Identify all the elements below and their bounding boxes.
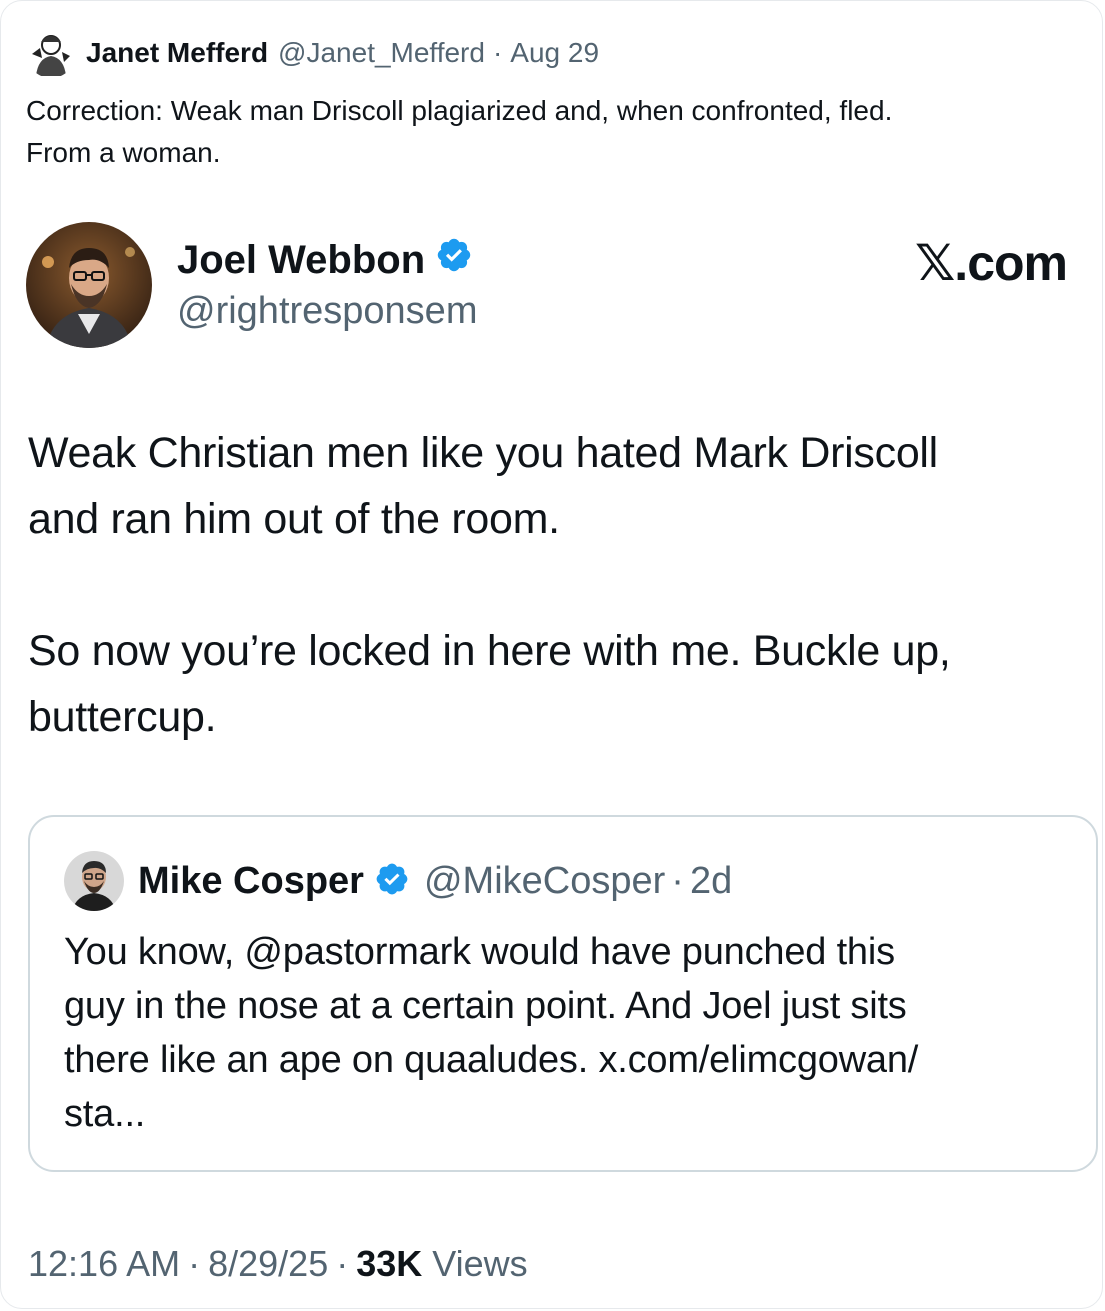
tweet-full-date[interactable]: 8/29/25 xyxy=(208,1243,328,1284)
quoted-tweet-header: Mike Cosper @MikeCosper · 2d xyxy=(64,851,732,911)
tweet-text: Correction: Weak man Driscoll plagiarize… xyxy=(26,95,893,168)
views-label: Views xyxy=(432,1243,528,1284)
mike-cosper-avatar xyxy=(64,851,124,911)
tweet-date[interactable]: Aug 29 xyxy=(510,37,599,69)
quoted-author-handle: @MikeCosper xyxy=(423,859,666,902)
quoted-tweet-text: You know, @pastormark would have punched… xyxy=(64,931,919,1135)
embedded-author-handle: @rightresponsem xyxy=(177,290,478,332)
quoted-tweet-time: 2d xyxy=(689,859,733,902)
footer-separator: · xyxy=(188,1243,201,1284)
views-count: 33K xyxy=(356,1243,423,1284)
verified-badge-icon xyxy=(435,236,473,284)
embedded-author-name-row: Joel Webbon xyxy=(177,236,473,284)
xcom-watermark: 𝕏.com xyxy=(915,235,1068,291)
tweet-time[interactable]: 12:16 AM xyxy=(28,1243,180,1284)
footer-separator: · xyxy=(336,1243,349,1284)
quoted-author-name: Mike Cosper xyxy=(138,859,364,902)
joel-webbon-avatar xyxy=(26,222,152,348)
tweet-header: Janet Mefferd @Janet_Mefferd · Aug 29 xyxy=(26,28,599,78)
embedded-tweet-text: Weak Christian men like you hated Mark D… xyxy=(28,429,951,741)
janet-mefferd-avatar[interactable] xyxy=(26,28,76,78)
author-name[interactable]: Janet Mefferd xyxy=(86,37,268,69)
quoted-separator: · xyxy=(671,859,684,902)
verified-badge-icon xyxy=(374,861,410,902)
embedded-author-name: Joel Webbon xyxy=(177,237,426,282)
author-handle[interactable]: @Janet_Mefferd xyxy=(278,37,485,69)
header-separator: · xyxy=(492,37,503,68)
quoted-tweet-card: Mike Cosper @MikeCosper · 2d You know, @… xyxy=(28,815,1098,1172)
tweet-footer: 12:16 AM · 8/29/25 · 33K Views xyxy=(28,1243,528,1285)
